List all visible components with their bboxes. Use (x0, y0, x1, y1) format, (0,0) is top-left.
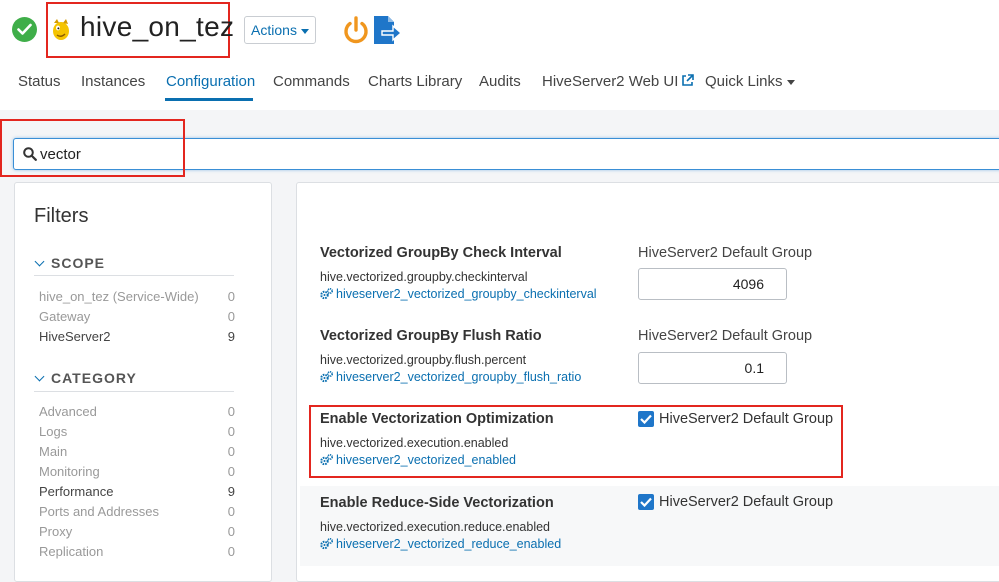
property-name: Enable Reduce-Side Vectorization (320, 495, 554, 511)
divider (34, 391, 234, 392)
filter-item-proxy[interactable]: Proxy 0 (39, 524, 235, 539)
checkmark-icon (640, 497, 652, 507)
filter-count: 0 (227, 524, 235, 539)
filter-count: 0 (227, 309, 235, 324)
property-config-link-label: hiveserver2_vectorized_reduce_enabled (336, 537, 562, 551)
search-icon (23, 147, 37, 161)
category-section-toggle[interactable]: CATEGORY (34, 370, 137, 386)
filter-label: Replication (39, 544, 104, 559)
filter-item-monitoring[interactable]: Monitoring 0 (39, 464, 235, 479)
tab-charts-library[interactable]: Charts Library (368, 73, 462, 90)
property-name: Vectorized GroupBy Flush Ratio (320, 328, 542, 344)
filter-label: hive_on_tez (Service-Wide) (39, 289, 199, 304)
filter-item-advanced[interactable]: Advanced 0 (39, 404, 235, 419)
filter-item-ports-and-addresses[interactable]: Ports and Addresses 0 (39, 504, 235, 519)
filter-label: Monitoring (39, 464, 100, 479)
checkmark-icon (640, 414, 652, 424)
filters-title: Filters (34, 205, 89, 227)
tab-instances[interactable]: Instances (81, 73, 145, 90)
property-key: hive.vectorized.groupby.checkinterval (320, 270, 528, 284)
filter-item-logs[interactable]: Logs 0 (39, 424, 235, 439)
gears-icon (320, 287, 334, 300)
filter-item-main[interactable]: Main 0 (39, 444, 235, 459)
app-title: hive_on_tez (80, 11, 235, 42)
property-config-link[interactable]: hiveserver2_vectorized_groupby_checkinte… (320, 287, 597, 301)
actions-dropdown-button[interactable]: Actions (244, 16, 316, 44)
property-name: Enable Vectorization Optimization (320, 411, 554, 427)
property-config-link[interactable]: hiveserver2_vectorized_enabled (320, 453, 516, 467)
status-ok-icon (12, 17, 37, 42)
property-key: hive.vectorized.groupby.flush.percent (320, 353, 527, 367)
filter-item-gateway[interactable]: Gateway 0 (39, 309, 235, 324)
filter-count: 0 (227, 289, 235, 304)
filter-label: HiveServer2 (39, 329, 111, 344)
property-key: hive.vectorized.execution.reduce.enabled (320, 520, 551, 534)
filter-label: Proxy (39, 524, 73, 539)
caret-down-icon (786, 79, 795, 85)
filter-label: Gateway (39, 309, 91, 324)
filter-count: 9 (227, 484, 235, 499)
filter-item-service-wide[interactable]: hive_on_tez (Service-Wide) 0 (39, 289, 235, 304)
group-label: HiveServer2 Default Group (638, 245, 813, 261)
filter-count: 0 (227, 444, 235, 459)
tab-configuration[interactable]: Configuration (166, 73, 255, 90)
property-config-link-label: hiveserver2_vectorized_enabled (336, 453, 516, 467)
category-heading: CATEGORY (51, 370, 137, 386)
property-key: hive.vectorized.execution.enabled (320, 436, 509, 450)
flush-ratio-input[interactable] (638, 352, 787, 384)
tab-quick-links[interactable]: Quick Links (705, 73, 795, 90)
filter-count: 0 (227, 404, 235, 419)
filter-label: Advanced (39, 404, 97, 419)
group-label: HiveServer2 Default Group (659, 411, 834, 427)
search-box[interactable] (13, 138, 999, 170)
divider (34, 275, 234, 276)
filter-count: 0 (227, 464, 235, 479)
filter-label: Main (39, 444, 68, 459)
filter-label: Ports and Addresses (39, 504, 159, 519)
tab-commands[interactable]: Commands (273, 73, 350, 90)
reduce-vectorization-checkbox[interactable] (638, 494, 654, 510)
filter-count: 0 (227, 424, 235, 439)
filter-item-replication[interactable]: Replication 0 (39, 544, 235, 559)
tab-hiveserver2-web-ui-label: HiveServer2 Web UI (542, 73, 679, 90)
chevron-down-icon (34, 256, 45, 267)
property-config-link-label: hiveserver2_vectorized_groupby_checkinte… (336, 287, 597, 301)
hive-logo-icon (53, 19, 69, 40)
actions-label: Actions (251, 22, 297, 38)
filter-label: Performance (39, 484, 114, 499)
caret-down-icon (300, 28, 309, 34)
export-icon[interactable] (372, 14, 402, 46)
property-config-link[interactable]: hiveserver2_vectorized_groupby_flush_rat… (320, 370, 581, 384)
filter-count: 0 (227, 544, 235, 559)
search-input[interactable] (40, 142, 340, 166)
vectorization-enabled-checkbox[interactable] (638, 411, 654, 427)
active-tab-indicator (165, 98, 253, 101)
filter-item-hiveserver2[interactable]: HiveServer2 9 (39, 329, 235, 344)
chevron-down-icon (34, 371, 45, 382)
property-config-link-label: hiveserver2_vectorized_groupby_flush_rat… (336, 370, 582, 384)
filter-count: 9 (227, 329, 235, 344)
property-name: Vectorized GroupBy Check Interval (320, 245, 562, 261)
gears-icon (320, 537, 334, 550)
filter-count: 0 (227, 504, 235, 519)
filter-label: Logs (39, 424, 68, 439)
tab-hiveserver2-web-ui[interactable]: HiveServer2 Web UI (542, 73, 695, 90)
group-label: HiveServer2 Default Group (638, 328, 813, 344)
gears-icon (320, 453, 334, 466)
filter-item-performance[interactable]: Performance 9 (39, 484, 235, 499)
scope-section-toggle[interactable]: SCOPE (34, 255, 105, 271)
property-config-link[interactable]: hiveserver2_vectorized_reduce_enabled (320, 537, 561, 551)
external-link-icon (682, 74, 695, 86)
tab-audits[interactable]: Audits (479, 73, 521, 90)
tab-quick-links-label: Quick Links (705, 73, 783, 90)
checkinterval-input[interactable] (638, 268, 787, 300)
tab-status[interactable]: Status (18, 73, 61, 90)
gears-icon (320, 370, 334, 383)
group-label: HiveServer2 Default Group (659, 494, 834, 510)
power-icon[interactable] (341, 15, 371, 45)
scope-heading: SCOPE (51, 255, 106, 271)
